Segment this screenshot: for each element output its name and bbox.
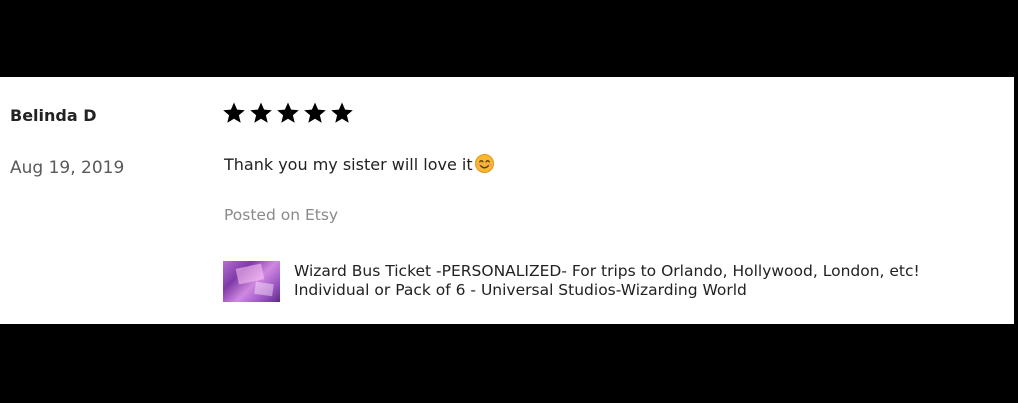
listing-link[interactable]: Wizard Bus Ticket -PERSONALIZED- For tri… — [223, 261, 1014, 302]
review-text-body: Thank you my sister will love it — [224, 155, 473, 174]
star-icon — [223, 102, 245, 123]
star-icon — [277, 102, 299, 123]
review-date: Aug 19, 2019 — [10, 158, 125, 178]
listing-title[interactable]: Wizard Bus Ticket -PERSONALIZED- For tri… — [294, 262, 1014, 300]
star-icon — [331, 102, 353, 123]
star-rating — [222, 101, 354, 125]
reviewer-name[interactable]: Belinda D — [10, 106, 97, 125]
star-icon — [250, 102, 272, 123]
star-icon — [304, 102, 326, 123]
review-card: Belinda D Aug 19, 2019 Thank you my sist… — [0, 77, 1014, 324]
review-text: Thank you my sister will love it — [224, 154, 494, 174]
smiling-face-icon — [474, 154, 494, 173]
posted-on-label: Posted on Etsy — [224, 206, 339, 224]
listing-title-line-2[interactable]: Individual or Pack of 6 - Universal Stud… — [294, 281, 1014, 300]
listing-thumbnail[interactable] — [223, 261, 280, 302]
listing-title-line-1[interactable]: Wizard Bus Ticket -PERSONALIZED- For tri… — [294, 262, 1014, 281]
